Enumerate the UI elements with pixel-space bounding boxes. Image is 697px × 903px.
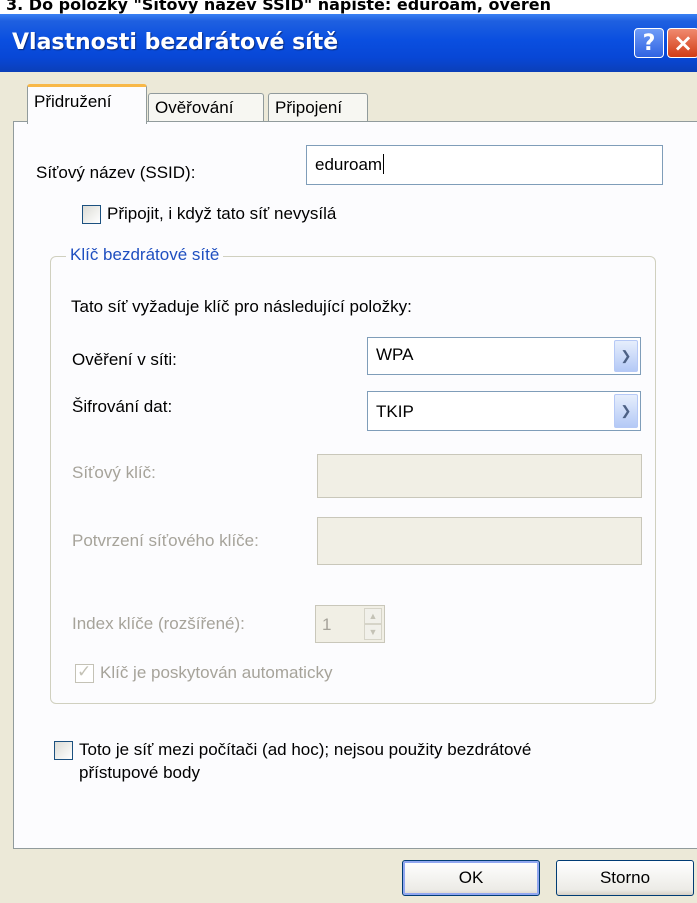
confirm-key-label: Potvrzení síťového klíče:: [72, 531, 259, 550]
confirm-key-input[interactable]: [317, 517, 642, 565]
network-key-input[interactable]: [317, 454, 642, 498]
adhoc-label-line1: Toto je síť mezi počítači (ad hoc); nejs…: [79, 740, 532, 759]
spin-up-icon[interactable]: ▲: [364, 608, 382, 624]
data-encryption-select[interactable]: TKIP ❯: [367, 391, 641, 431]
tab-label: Ověřování: [155, 98, 234, 117]
ssid-label: Síťový název (SSID):: [36, 163, 196, 182]
adhoc-label-line2: přístupové body: [79, 763, 200, 782]
data-encryption-value: TKIP: [376, 402, 414, 421]
chevron-down-icon[interactable]: ❯: [614, 394, 638, 428]
help-icon: ?: [642, 30, 656, 56]
network-key-label: Síťový klíč:: [72, 463, 156, 482]
key-description: Tato síť vyžaduje klíč pro následující p…: [71, 297, 412, 316]
page-caption: 3. Do položky "Síťový název SSID" napišt…: [0, 0, 697, 14]
tab-connection[interactable]: Připojení: [268, 93, 368, 121]
adhoc-checkbox[interactable]: [54, 741, 73, 760]
connect-nonbroadcast-label: Připojit, i když tato síť nevysílá: [107, 204, 337, 223]
network-auth-label: Ověření v síti:: [72, 350, 177, 369]
network-auth-value: WPA: [376, 345, 414, 364]
connect-nonbroadcast-checkbox[interactable]: [82, 205, 101, 224]
tab-label: Přidružení: [34, 92, 112, 111]
network-auth-select[interactable]: WPA ❯: [367, 337, 641, 375]
key-index-value: 1: [322, 615, 332, 634]
chevron-down-icon[interactable]: ❯: [614, 340, 638, 372]
close-icon: ×: [672, 29, 694, 57]
close-button[interactable]: ×: [667, 28, 697, 58]
group-title: Klíč bezdrátové sítě: [66, 245, 224, 265]
auto-key-label: Klíč je poskytován automaticky: [100, 663, 333, 682]
key-index-label: Index klíče (rozšířené):: [72, 614, 245, 633]
checkmark-icon: ✓: [77, 662, 92, 681]
auto-key-checkbox[interactable]: ✓: [75, 662, 94, 683]
ok-button[interactable]: OK: [402, 860, 540, 896]
cancel-button[interactable]: Storno: [556, 860, 694, 896]
spin-down-icon[interactable]: ▼: [364, 624, 382, 640]
ssid-value: eduroam: [315, 155, 383, 174]
tab-association[interactable]: Přidružení: [27, 84, 147, 124]
data-encryption-label: Šifrování dat:: [72, 397, 173, 416]
text-caret: [383, 154, 385, 174]
title-bar: Vlastnosti bezdrátové sítě ? ×: [0, 14, 697, 72]
ssid-input[interactable]: eduroam: [306, 145, 663, 185]
tab-label: Připojení: [275, 98, 343, 117]
key-index-spinner[interactable]: 1 ▲ ▼: [315, 605, 385, 643]
tab-authentication[interactable]: Ověřování: [148, 93, 264, 121]
help-button[interactable]: ?: [634, 28, 664, 58]
window-title: Vlastnosti bezdrátové sítě: [12, 30, 339, 55]
